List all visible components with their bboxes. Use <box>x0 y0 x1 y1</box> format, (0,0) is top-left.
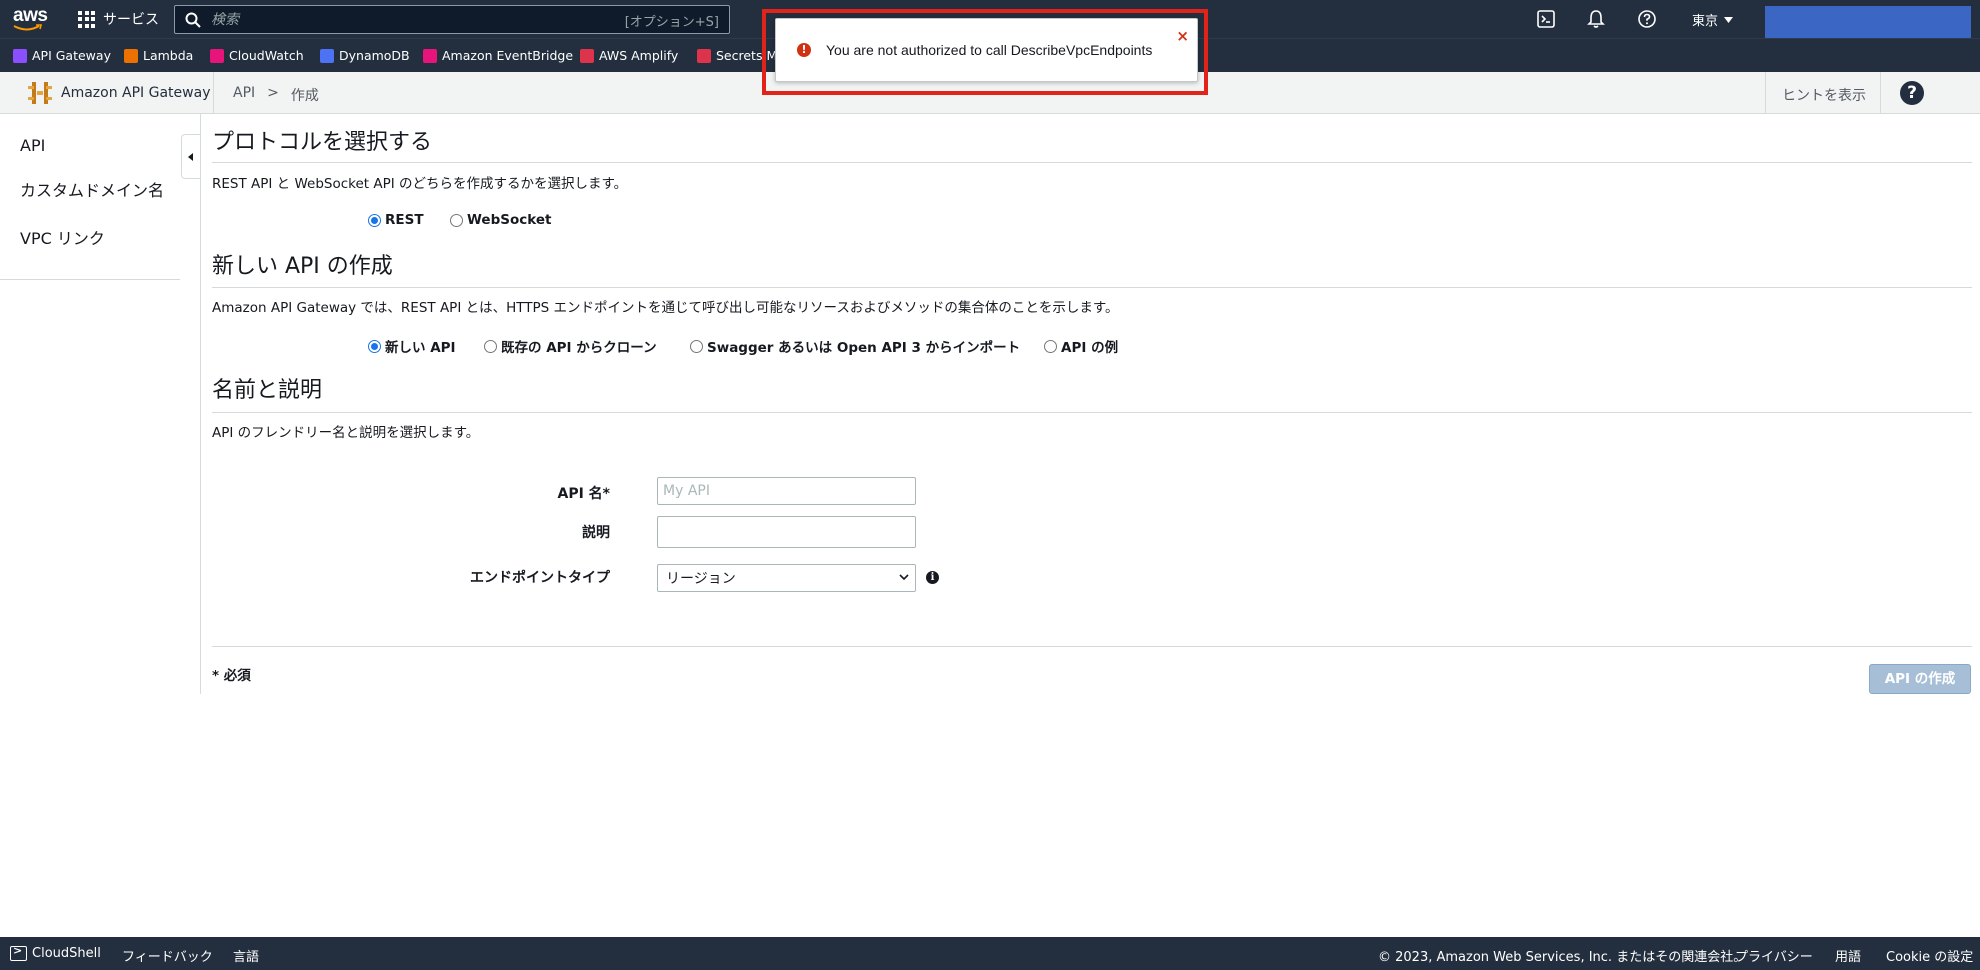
cloudshell-icon[interactable] <box>1536 9 1556 29</box>
show-hints-button[interactable]: ヒントを表示 <box>1782 85 1866 105</box>
region-selector[interactable]: 東京 <box>1692 10 1734 29</box>
api-gateway-logo-icon <box>28 82 52 104</box>
favorite-dynamodb[interactable]: DynamoDB <box>320 48 410 63</box>
radio-unselected-icon[interactable] <box>450 213 463 227</box>
api-name-input[interactable] <box>657 477 916 505</box>
info-icon[interactable]: i <box>926 571 939 584</box>
protocol-description: REST API と WebSocket API のどちらを作成するかを選択しま… <box>212 176 628 192</box>
endpoint-type-select[interactable]: リージョン <box>657 564 916 592</box>
description-input[interactable] <box>657 516 916 548</box>
create-api-description: Amazon API Gateway では、REST API とは、HTTPS … <box>212 300 1119 316</box>
radio-unselected-icon[interactable] <box>690 339 703 353</box>
services-label: サービス <box>103 12 159 28</box>
region-label: 東京 <box>1692 14 1719 29</box>
favorite-label: DynamoDB <box>339 48 410 63</box>
bell-icon[interactable] <box>1586 9 1606 29</box>
cloudwatch-icon <box>210 48 224 63</box>
sidebar-item-vpc-link[interactable]: VPC リンク <box>20 225 105 249</box>
footer-privacy[interactable]: プライバシー <box>1735 946 1813 965</box>
radio-label: REST <box>385 212 424 228</box>
favorite-label: Lambda <box>143 48 194 63</box>
favorite-cloudwatch[interactable]: CloudWatch <box>210 48 304 63</box>
radio-unselected-icon[interactable] <box>1044 339 1057 353</box>
api-name-label: API 名* <box>557 486 611 502</box>
breadcrumb: API > 作成 <box>233 85 319 105</box>
chevron-down-icon <box>899 574 909 581</box>
radio-selected-icon[interactable] <box>368 213 381 227</box>
protocol-websocket-radio[interactable]: WebSocket <box>450 212 551 228</box>
favorite-amplify[interactable]: AWS Amplify <box>580 48 678 63</box>
sidebar-collapse-toggle[interactable] <box>181 134 200 179</box>
api-gateway-icon <box>13 48 27 63</box>
sidebar-item-custom-domain[interactable]: カスタムドメイン名 <box>20 177 164 201</box>
radio-unselected-icon[interactable] <box>484 339 497 353</box>
favorite-label: API Gateway <box>32 48 111 63</box>
caret-down-icon <box>1724 16 1734 23</box>
example-api-radio[interactable]: API の例 <box>1044 336 1118 356</box>
favorite-label: AWS Amplify <box>599 48 679 63</box>
breadcrumb-create: 作成 <box>290 88 319 104</box>
close-icon[interactable]: × <box>1176 27 1189 45</box>
required-note: * 必須 <box>212 668 251 684</box>
clone-api-radio[interactable]: 既存の API からクローン <box>484 336 657 356</box>
error-message: You are not authorized to call DescribeV… <box>826 42 1153 58</box>
aws-logo[interactable]: aws <box>12 4 50 34</box>
secrets-manager-icon <box>697 48 711 63</box>
name-desc-description: API のフレンドリー名と説明を選択します。 <box>212 425 480 441</box>
endpoint-type-label: エンドポイントタイプ <box>470 570 610 586</box>
radio-label: 既存の API からクローン <box>501 340 657 356</box>
lambda-icon <box>124 48 138 63</box>
favorite-api-gateway[interactable]: API Gateway <box>13 48 111 63</box>
radio-label: Swagger あるいは Open API 3 からインポート <box>707 340 1021 356</box>
protocol-heading: プロトコルを選択する <box>212 130 433 155</box>
import-api-radio[interactable]: Swagger あるいは Open API 3 からインポート <box>690 336 1020 356</box>
radio-label: WebSocket <box>467 212 552 228</box>
breadcrumb-api[interactable]: API <box>233 85 255 105</box>
error-notification: ! You are not authorized to call Describ… <box>775 18 1198 82</box>
search-input[interactable] <box>211 11 591 28</box>
services-menu-button[interactable]: サービス <box>78 7 159 31</box>
dynamodb-icon <box>320 48 334 63</box>
help-button[interactable]: ? <box>1900 81 1924 105</box>
breadcrumb-separator: > <box>267 85 279 101</box>
footer-copyright: © 2023, Amazon Web Services, Inc. またはその関… <box>1378 950 1747 965</box>
radio-label: API の例 <box>1061 340 1119 356</box>
cloudshell-icon[interactable] <box>10 944 27 961</box>
search-shortcut-hint: [オプション+S] <box>624 15 719 30</box>
eventbridge-icon <box>423 48 437 63</box>
aws-smile-icon <box>13 24 43 31</box>
favorite-eventbridge[interactable]: Amazon EventBridge <box>423 48 573 63</box>
footer-language[interactable]: 言語 <box>233 946 259 965</box>
grid-icon <box>78 10 95 28</box>
error-icon: ! <box>797 43 811 57</box>
create-api-heading: 新しい API の作成 <box>212 254 393 279</box>
footer-cookie-settings[interactable]: Cookie の設定 <box>1886 946 1973 965</box>
global-search[interactable]: [オプション+S] <box>174 5 730 34</box>
protocol-rest-radio[interactable]: REST <box>368 212 424 228</box>
radio-label: 新しい API <box>385 340 456 356</box>
favorite-label: CloudWatch <box>229 48 304 63</box>
help-icon[interactable] <box>1637 9 1657 29</box>
favorite-label: Amazon EventBridge <box>442 48 574 63</box>
name-desc-heading: 名前と説明 <box>212 378 323 403</box>
search-icon <box>185 12 201 28</box>
sidebar-divider <box>0 279 180 280</box>
radio-selected-icon[interactable] <box>368 339 381 353</box>
favorite-lambda[interactable]: Lambda <box>124 48 193 63</box>
sidebar-border <box>200 114 201 694</box>
footer-terms[interactable]: 用語 <box>1835 946 1861 965</box>
new-api-radio[interactable]: 新しい API <box>368 336 456 356</box>
create-api-button[interactable]: API の作成 <box>1869 664 1971 694</box>
sidebar: API カスタムドメイン名 VPC リンク <box>0 114 200 694</box>
console-footer: CloudShell フィードバック 言語 © 2023, Amazon Web… <box>0 937 1980 970</box>
amplify-icon <box>580 48 594 63</box>
endpoint-type-value: リージョン <box>666 571 736 587</box>
footer-cloudshell[interactable]: CloudShell <box>32 946 101 961</box>
footer-feedback[interactable]: フィードバック <box>122 946 213 965</box>
service-name[interactable]: Amazon API Gateway <box>61 85 210 101</box>
sidebar-item-api[interactable]: API <box>20 136 45 155</box>
description-label: 説明 <box>582 525 610 541</box>
